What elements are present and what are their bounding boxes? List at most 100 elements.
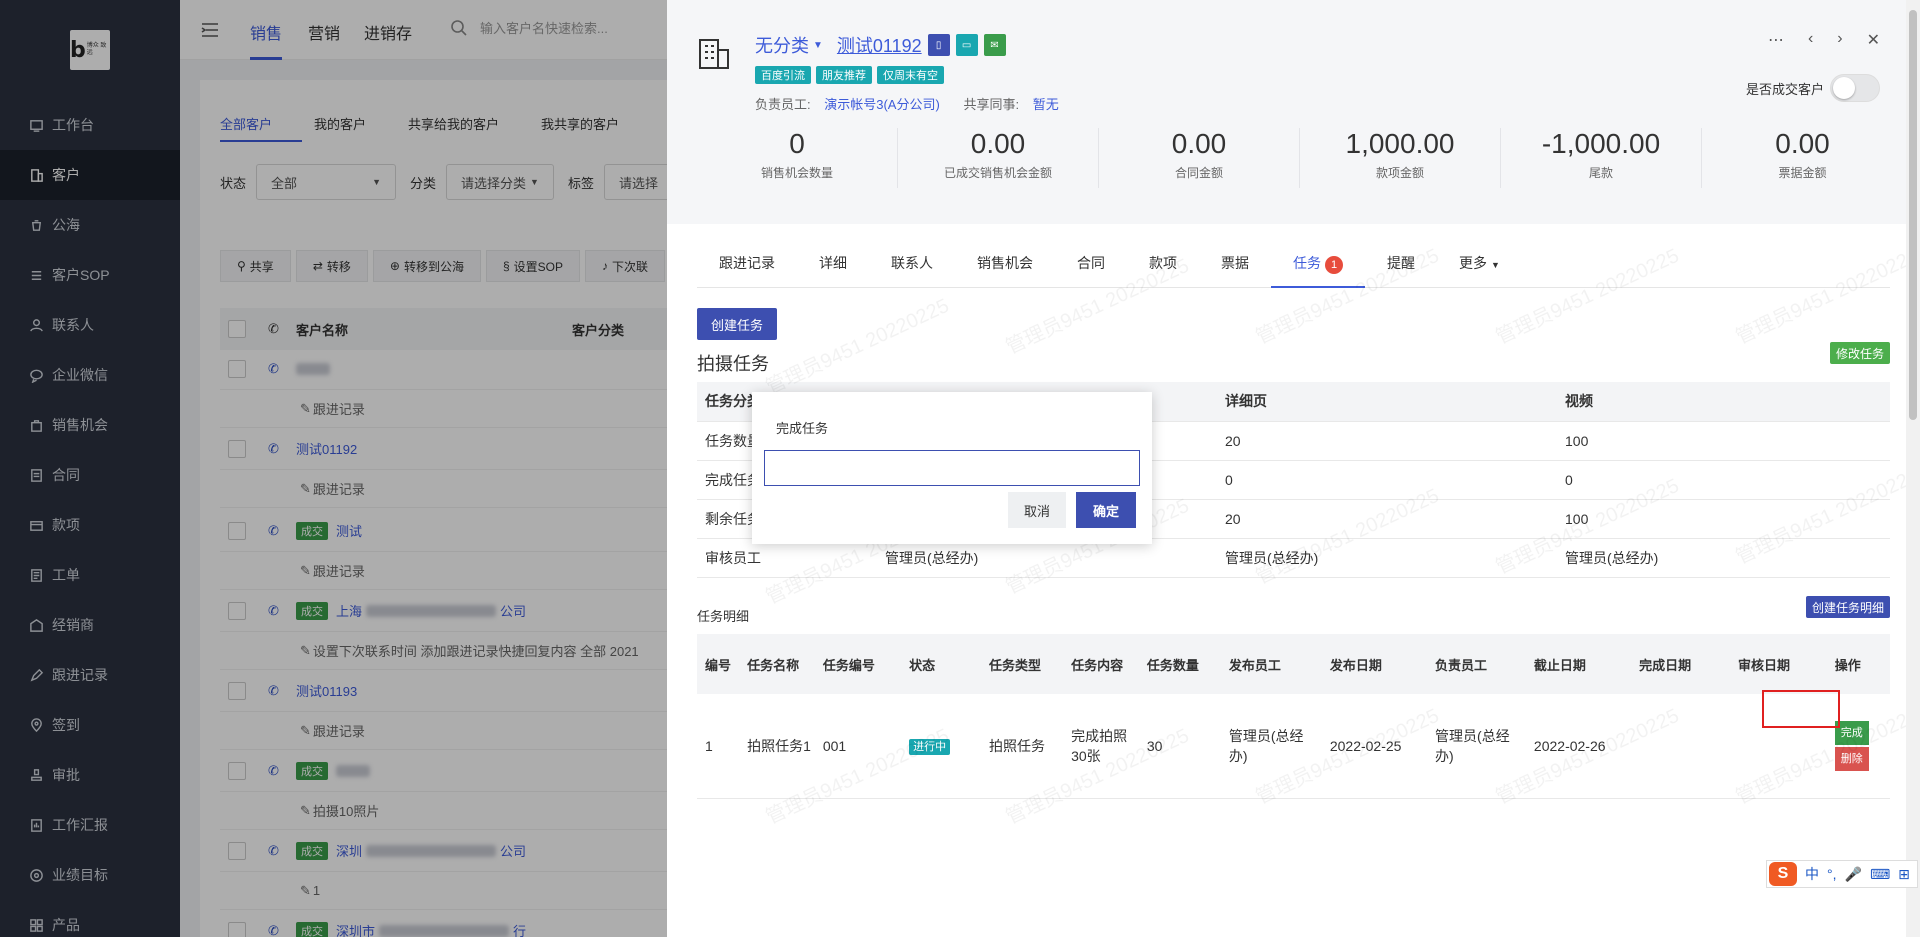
complete-task-input[interactable] [764,450,1140,486]
microphone-icon[interactable]: 🎤 [1845,866,1862,883]
tab-label: 详细 [819,255,847,271]
customer-tags: 百度引流 朋友推荐 仅周末有空 [755,66,949,84]
column-header: 发布员工 [1220,634,1322,694]
stat-label: 尾款 [1588,166,1613,180]
stat-card: 0.00 已成交销售机会金额 [898,128,1099,188]
punctuation-icon[interactable]: °, [1827,866,1837,882]
stat-value: -1,000.00 [1541,128,1661,159]
stat-label: 已成交销售机会金额 [943,166,1052,180]
task-count-badge: 1 [1325,256,1343,274]
modal-title: 完成任务 [776,421,829,436]
tab-label: 跟进记录 [719,255,775,271]
tab-label: 任务 [1293,255,1321,271]
tab-label: 更多 [1459,255,1487,271]
stat-card: 1,000.00 款项金额 [1300,128,1501,188]
cell-id: 1 [697,694,740,799]
column-header: 任务名称 [739,634,815,694]
section-title: 拍摄任务 [697,354,769,374]
owner-row: 负责员工: 演示帐号3(A分公司) 共享同事: 暂无 [755,94,1059,113]
deal-switch[interactable] [1830,74,1880,102]
phone-icon[interactable]: ▯ [927,34,950,56]
column-header: 审核日期 [1730,634,1827,694]
tab-3[interactable]: 销售机会 [955,248,1055,288]
deal-toggle-label: 是否成交客户 [1745,81,1824,97]
stat-value: 0 [789,128,805,159]
stat-card: 0.00 票据金额 [1702,128,1903,188]
stat-label: 款项金额 [1375,166,1424,180]
stat-value: 0.00 [1775,128,1830,159]
column-header: 任务数量 [1138,634,1221,694]
table-cell: 视频 [1557,382,1890,422]
tab-label: 票据 [1221,255,1249,271]
column-header: 编号 [697,634,740,694]
more-icon[interactable]: ⋯ [1768,30,1784,50]
edit-task-button[interactable]: 修改任务 [1829,342,1890,364]
column-header: 完成日期 [1631,634,1730,694]
chevron-down-icon: ▼ [1491,260,1500,270]
share-label: 共享同事: [963,97,1020,112]
column-header: 任务类型 [981,634,1064,694]
building-icon [699,39,729,69]
tab-1[interactable]: 详细 [797,248,869,288]
task-detail-label: 任务明细 [697,609,750,624]
stat-value: 0.00 [970,128,1026,159]
drawer-controls: ⋯ ‹ › ✕ [1768,30,1880,50]
column-header: 负责员工 [1427,634,1526,694]
stat-card: 0.00 合同金额 [1099,128,1300,188]
table-cell: 20 [1217,421,1557,461]
table-cell: 管理员(总经办) [1557,538,1890,578]
tab-6[interactable]: 票据 [1199,248,1271,288]
column-header: 任务内容 [1063,634,1139,694]
table-cell: 0 [1217,460,1557,500]
column-header: 操作 [1826,634,1890,694]
cancel-button[interactable]: 取消 [1008,492,1066,528]
title-row: 无分类 ▼ 测试01192 ▯ ▭ ✉ [755,32,1006,58]
share-value[interactable]: 暂无 [1033,97,1059,112]
close-icon[interactable]: ✕ [1867,30,1880,50]
ime-language[interactable]: 中 [1805,864,1819,884]
scrollbar[interactable] [1906,0,1920,937]
customer-tag: 百度引流 [755,66,811,84]
stat-card: -1,000.00 尾款 [1501,128,1702,188]
customer-name-title[interactable]: 测试01192 [837,32,922,58]
category-dropdown[interactable]: 无分类 [755,32,809,58]
customer-tag: 朋友推荐 [816,66,872,84]
stat-value: 1,000.00 [1345,128,1455,159]
create-task-button[interactable]: 创建任务 [697,308,778,340]
stats-row: 0 销售机会数量 0.00 已成交销售机会金额 0.00 合同金额 1,000.00 款项金额… [697,128,1903,188]
tab-label: 联系人 [891,255,933,271]
table-cell: 100 [1557,421,1890,461]
tab-2[interactable]: 联系人 [869,248,955,288]
chevron-down-icon[interactable]: ▼ [813,40,823,51]
owner-link[interactable]: 演示帐号3(A分公司) [824,97,940,112]
deal-toggle-row: 是否成交客户 [1746,74,1880,102]
detail-tabs: 跟进记录 详细 联系人 销售机会 合同 款项 票据 任务 1 提醒 更多 ▼ [697,248,1890,288]
ime-toolbar[interactable]: S 中 °, 🎤 ⌨ ⊞ [1766,860,1918,888]
drawer-header: 无分类 ▼ 测试01192 ▯ ▭ ✉ 百度引流 朋友推荐 仅周末有空 负责员工… [667,0,1920,224]
tab-label: 合同 [1077,255,1105,271]
stat-label: 票据金额 [1778,166,1827,180]
tab-0[interactable]: 跟进记录 [697,248,797,288]
scroll-thumb[interactable] [1909,10,1917,420]
complete-task-modal: 完成任务 取消 确定 [752,392,1152,544]
message-icon[interactable]: ▭ [955,34,978,56]
chevron-right-icon[interactable]: › [1837,30,1842,50]
column-header: 状态 [901,634,982,694]
table-cell: 详细页 [1217,382,1557,422]
customer-tag: 仅周末有空 [877,66,944,84]
create-detail-button[interactable]: 创建任务明细 [1805,596,1890,618]
chevron-left-icon[interactable]: ‹ [1808,30,1813,50]
tab-9[interactable]: 更多 ▼ [1437,248,1522,288]
stat-label: 合同金额 [1174,166,1223,180]
column-header: 任务编号 [814,634,902,694]
column-header: 截止日期 [1525,634,1632,694]
owner-label: 负责员工: [755,97,811,112]
keyboard-icon[interactable]: ⌨ [1870,866,1890,883]
mail-icon[interactable]: ✉ [983,34,1006,56]
column-header: 发布日期 [1321,634,1428,694]
detail-header-row: 编号 任务名称 任务编号 状态 任务类型 任务内容 任务数量 发布员工 发布日期 负责员工 截止日期… [697,634,1890,694]
confirm-button[interactable]: 确定 [1076,492,1136,528]
stat-card: 0 销售机会数量 [697,128,898,188]
highlight-box [1762,690,1840,728]
grid-icon[interactable]: ⊞ [1898,866,1910,883]
